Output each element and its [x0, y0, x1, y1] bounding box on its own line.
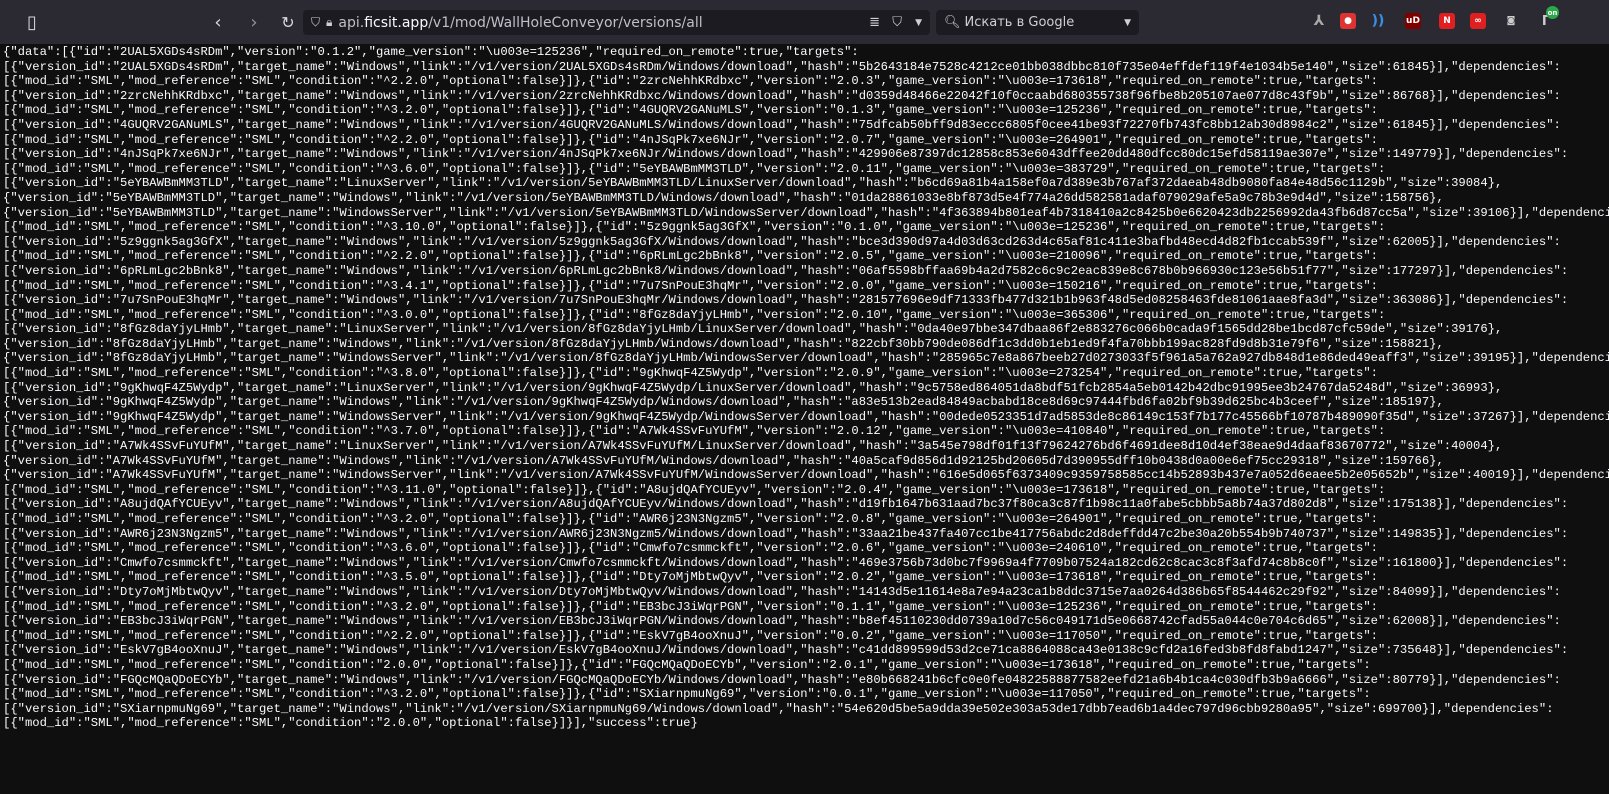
- json-line: {"data":[{"id":"2UAL5XGDs4sRDm","version…: [3, 45, 859, 59]
- json-line: [{"version_id":"2UAL5XGDs4sRDm","target_…: [3, 59, 1561, 74]
- json-line: [{"version_id":"A7Wk4SSvFuYUfM","target_…: [3, 439, 1503, 454]
- search-icon: 🔍︎: [944, 15, 961, 30]
- ublock-icon[interactable]: uD: [1405, 13, 1421, 29]
- json-response-body: {"data":[{"id":"2UAL5XGDs4sRDm","version…: [3, 45, 1609, 731]
- json-line: {"version_id":"5eYBAWBmMM3TLD","target_n…: [3, 190, 1444, 205]
- back-icon[interactable]: ‹: [206, 8, 230, 36]
- json-line: [{"version_id":"FGQcMQaQDoECYb","target_…: [3, 672, 1561, 687]
- json-line: [{"mod_id":"SML","mod_reference":"SML","…: [3, 366, 1378, 381]
- json-line: [{"version_id":"5eYBAWBmMM3TLD","target_…: [3, 176, 1503, 191]
- json-line: [{"version_id":"4GUQRV2GANuMLS","target_…: [3, 117, 1561, 132]
- extension-badge: on: [1546, 6, 1559, 19]
- url-domain: ficsit.app: [364, 14, 429, 31]
- json-line: [{"version_id":"2zrcNehhKRdbxc","target_…: [3, 88, 1561, 103]
- json-line: [{"mod_id":"SML","mod_reference":"SML","…: [3, 249, 1378, 264]
- wireless-extension-icon[interactable]: )): [1370, 13, 1386, 29]
- json-line: {"version_id":"A7Wk4SSvFuYUfM","target_n…: [3, 453, 1444, 468]
- dropdown-icon[interactable]: ▼: [915, 18, 922, 28]
- json-line: {"version_id":"5eYBAWBmMM3TLD","target_n…: [3, 205, 1609, 220]
- json-line: [{"mod_id":"SML","mod_reference":"SML","…: [3, 132, 1378, 147]
- json-line: [{"version_id":"4nJSqPk7xe6NJr","target_…: [3, 147, 1569, 162]
- json-line: [{"mod_id":"SML","mod_reference":"SML","…: [3, 220, 1386, 235]
- url-bar[interactable]: ⛉ 🔒︎ api. ficsit.app/v1/mod/WallHoleConve…: [303, 10, 930, 35]
- json-line: [{"version_id":"7u7SnPouE3hqMr","target_…: [3, 293, 1569, 308]
- json-line: [{"version_id":"6pRLmLgc2bBnk8","target_…: [3, 263, 1569, 278]
- json-line: {"version_id":"9gKhwqF4Z5Wydp","target_n…: [3, 395, 1444, 410]
- search-dropdown-icon[interactable]: ▼: [1124, 18, 1131, 28]
- json-line: [{"mod_id":"SML","mod_reference":"SML","…: [3, 161, 1386, 176]
- json-line: [{"mod_id":"SML","mod_reference":"SML","…: [3, 424, 1386, 439]
- forward-icon[interactable]: ›: [242, 8, 266, 36]
- json-line: [{"version_id":"EB3bcJ3iWqrPGN","target_…: [3, 614, 1561, 629]
- json-line: [{"version_id":"9gKhwqF4Z5Wydp","target_…: [3, 380, 1503, 395]
- extension-icon[interactable]: N: [1439, 13, 1455, 29]
- json-line: [{"version_id":"Dty7oMjMbtwQyv","target_…: [3, 584, 1561, 599]
- json-line: {"version_id":"8fGz8daYjyLHmb","target_n…: [3, 336, 1444, 351]
- json-line: [{"mod_id":"SML","mod_reference":"SML","…: [3, 278, 1378, 293]
- json-line: [{"version_id":"A8ujdQAfYCUEyv","target_…: [3, 497, 1569, 512]
- reload-icon[interactable]: ↻: [276, 8, 300, 36]
- extension-icon[interactable]: ●: [1340, 13, 1356, 29]
- json-line: [{"mod_id":"SML","mod_reference":"SML","…: [3, 657, 1371, 672]
- json-line: {"version_id":"A7Wk4SSvFuYUfM","target_n…: [3, 468, 1609, 483]
- extension-icon[interactable]: ◙: [1503, 13, 1519, 29]
- json-line: [{"version_id":"5z9ggnk5ag3GfX","target_…: [3, 234, 1561, 249]
- json-line: [{"mod_id":"SML","mod_reference":"SML","…: [3, 599, 1378, 614]
- json-line: [{"mod_id":"SML","mod_reference":"SML","…: [3, 74, 1378, 89]
- search-placeholder: Искать в Google: [964, 15, 1075, 30]
- url-host: api.: [338, 14, 365, 31]
- json-line: [{"mod_id":"SML","mod_reference":"SML","…: [3, 687, 1371, 702]
- json-line: [{"mod_id":"SML","mod_reference":"SML","…: [3, 307, 1386, 322]
- json-line: [{"mod_id":"SML","mod_reference":"SML","…: [3, 716, 698, 731]
- json-line: [{"version_id":"EskV7gB4ooXnuJ","target_…: [3, 643, 1569, 658]
- json-line: [{"version_id":"8fGz8daYjyLHmb","target_…: [3, 322, 1503, 337]
- url-path: /v1/mod/WallHoleConveyor/versions/all: [428, 14, 703, 31]
- json-line: [{"version_id":"SXiarnpmuNg69","target_n…: [3, 701, 1554, 716]
- json-line: [{"mod_id":"SML","mod_reference":"SML","…: [3, 628, 1378, 643]
- shield-icon[interactable]: ⛉: [311, 15, 320, 30]
- search-box[interactable]: 🔍︎ Искать в Google ▼: [936, 10, 1139, 35]
- extension-icon[interactable]: ⅄: [1311, 13, 1327, 29]
- json-line: [{"version_id":"Cmwfo7csmmckft","target_…: [3, 555, 1569, 570]
- reader-view-icon[interactable]: ≣: [869, 15, 880, 30]
- json-line: [{"mod_id":"SML","mod_reference":"SML","…: [3, 512, 1378, 526]
- json-line: {"version_id":"9gKhwqF4Z5Wydp","target_n…: [3, 409, 1609, 424]
- sidebar-toggle-icon[interactable]: ▯: [20, 8, 44, 36]
- json-line: {"version_id":"8fGz8daYjyLHmb","target_n…: [3, 351, 1609, 366]
- json-line: [{"mod_id":"SML","mod_reference":"SML","…: [3, 570, 1378, 585]
- browser-toolbar: ▯ ‹ › ↻ ⛉ 🔒︎ api. ficsit.app/v1/mod/WallH…: [0, 0, 1609, 44]
- lock-icon[interactable]: 🔒︎: [326, 15, 332, 30]
- extension-icon[interactable]: ∞: [1470, 13, 1486, 29]
- json-line: [{"mod_id":"SML","mod_reference":"SML","…: [3, 541, 1378, 556]
- json-line: [{"version_id":"AWR6j23N3Ngzm5","target_…: [3, 526, 1569, 541]
- json-line: [{"mod_id":"SML","mod_reference":"SML","…: [3, 103, 1378, 118]
- bookmark-icon[interactable]: ⛉: [892, 15, 902, 30]
- json-line: [{"mod_id":"SML","mod_reference":"SML","…: [3, 482, 1386, 497]
